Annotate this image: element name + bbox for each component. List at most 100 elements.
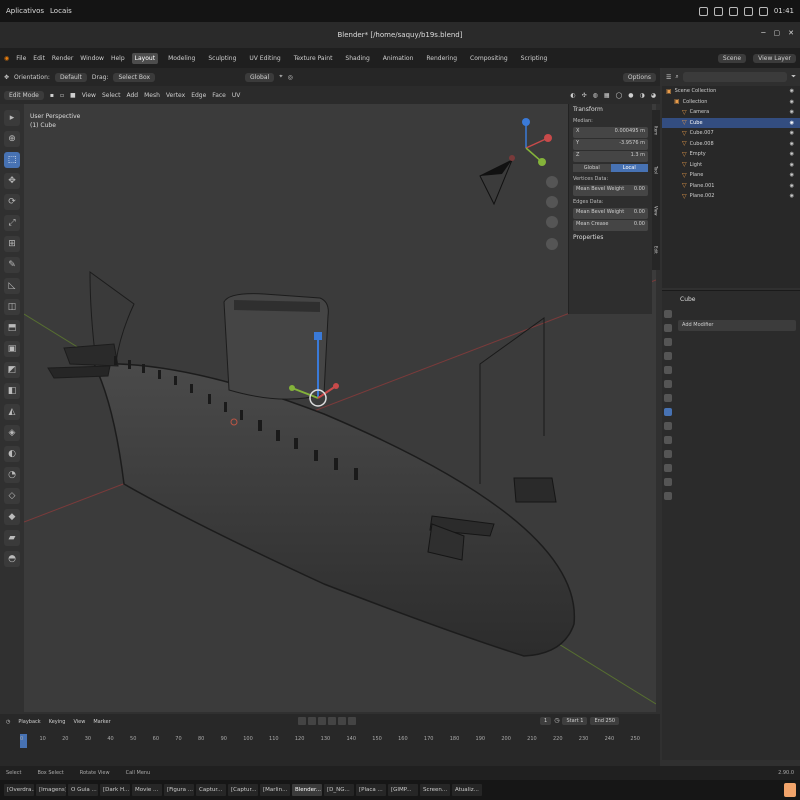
data-props-icon[interactable] bbox=[664, 464, 672, 472]
menu-add[interactable]: Add bbox=[126, 92, 138, 99]
inset-tool-icon[interactable]: ▣ bbox=[4, 341, 20, 357]
outliner-row[interactable]: ▣ Scene Collection ◉ bbox=[662, 86, 800, 97]
knife-tool-icon[interactable]: ◭ bbox=[4, 404, 20, 420]
outliner-row[interactable]: ▽ Cube ◉ bbox=[662, 117, 800, 128]
outliner-row[interactable]: ▽ Cube.008 ◉ bbox=[662, 139, 800, 150]
shear-tool-icon[interactable]: ▰ bbox=[4, 530, 20, 546]
cursor3d-tool-icon[interactable]: ⊕ bbox=[4, 131, 20, 147]
global-button[interactable]: Global bbox=[573, 164, 611, 172]
loop-cut-tool-icon[interactable]: ◧ bbox=[4, 383, 20, 399]
menu-edge[interactable]: Edge bbox=[191, 92, 206, 99]
visibility-eye-icon[interactable]: ◉ bbox=[790, 130, 794, 136]
start-frame-field[interactable]: Start 1 bbox=[562, 717, 588, 725]
outliner-row[interactable]: ▽ Plane.002 ◉ bbox=[662, 191, 800, 202]
close-icon[interactable]: ✕ bbox=[788, 29, 794, 37]
extrude-tool-icon[interactable]: ⬒ bbox=[4, 320, 20, 336]
outliner-row[interactable]: ▽ Plane.001 ◉ bbox=[662, 181, 800, 192]
object-props-icon[interactable] bbox=[664, 394, 672, 402]
menu-vertex[interactable]: Vertex bbox=[166, 92, 185, 99]
taskbar-item[interactable]: [Placa ... bbox=[356, 784, 386, 796]
gizmo-icon[interactable]: ✣ bbox=[582, 92, 587, 99]
cursor-tool-icon[interactable]: ▸ bbox=[4, 110, 20, 126]
tab-sculpting[interactable]: Sculpting bbox=[205, 53, 239, 64]
taskbar-item[interactable]: [Imagens] bbox=[36, 784, 66, 796]
taskbar-item[interactable]: [GIMP... bbox=[388, 784, 418, 796]
menu-face[interactable]: Face bbox=[212, 92, 226, 99]
visibility-eye-icon[interactable]: ◉ bbox=[790, 88, 794, 94]
taskbar-item[interactable]: Captur... bbox=[196, 784, 226, 796]
tray-icon-1[interactable] bbox=[698, 6, 708, 16]
tab-scripting[interactable]: Scripting bbox=[518, 53, 551, 64]
prev-key-icon[interactable] bbox=[308, 717, 316, 725]
visibility-eye-icon[interactable]: ◉ bbox=[790, 172, 794, 178]
edge-select-icon[interactable]: ▫ bbox=[60, 92, 64, 99]
texture-props-icon[interactable] bbox=[664, 492, 672, 500]
smooth-tool-icon[interactable]: ◔ bbox=[4, 467, 20, 483]
annotate-tool-icon[interactable]: ✎ bbox=[4, 257, 20, 273]
shrink-tool-icon[interactable]: ◆ bbox=[4, 509, 20, 525]
shading-material-icon[interactable]: ◑ bbox=[640, 92, 645, 99]
render-props-icon[interactable] bbox=[664, 324, 672, 332]
median-z-field[interactable]: Z 1.3 m bbox=[573, 151, 648, 162]
rotate-tool-icon[interactable]: ⟳ bbox=[4, 194, 20, 210]
transform-tool-icon[interactable]: ⊞ bbox=[4, 236, 20, 252]
tab-compositing[interactable]: Compositing bbox=[467, 53, 511, 64]
network-icon[interactable] bbox=[728, 6, 738, 16]
tab-animation[interactable]: Animation bbox=[380, 53, 417, 64]
play-icon[interactable] bbox=[328, 717, 336, 725]
edge-slide-tool-icon[interactable]: ◇ bbox=[4, 488, 20, 504]
menu-help[interactable]: Help bbox=[111, 55, 125, 62]
poly-build-tool-icon[interactable]: ◈ bbox=[4, 425, 20, 441]
menu-keying[interactable]: Keying bbox=[49, 719, 66, 725]
sidebar-tab-view[interactable]: View bbox=[654, 206, 659, 216]
menu-tl-view[interactable]: View bbox=[73, 719, 85, 725]
scale-tool-icon[interactable]: ⤢ bbox=[4, 215, 20, 231]
mode-dropdown[interactable]: Edit Mode bbox=[4, 90, 44, 100]
physics-props-icon[interactable] bbox=[664, 436, 672, 444]
shading-solid-icon[interactable]: ● bbox=[628, 92, 633, 99]
taskbar-item[interactable]: [D_NG... bbox=[324, 784, 354, 796]
options-dropdown[interactable]: Options bbox=[622, 72, 656, 82]
shading-rendered-icon[interactable]: ◕ bbox=[651, 92, 656, 99]
taskbar-item[interactable]: [Overdra... bbox=[4, 784, 34, 796]
snap-icon[interactable]: ⌖ bbox=[279, 73, 282, 81]
apps-menu[interactable]: Aplicativos bbox=[6, 7, 44, 15]
battery-icon[interactable] bbox=[758, 6, 768, 16]
outliner-row[interactable]: ▽ Camera ◉ bbox=[662, 107, 800, 118]
filter-icon[interactable]: ⏷ bbox=[791, 73, 796, 81]
taskbar-item[interactable]: Movie ... bbox=[132, 784, 162, 796]
taskbar-item[interactable]: O Guia ... bbox=[68, 784, 98, 796]
median-x-field[interactable]: X 0.000495 m bbox=[573, 127, 648, 138]
output-props-icon[interactable] bbox=[664, 338, 672, 346]
outliner-row[interactable]: ▣ Collection ◉ bbox=[662, 97, 800, 108]
end-frame-field[interactable]: End 250 bbox=[590, 717, 620, 725]
xray-icon[interactable]: ▦ bbox=[604, 92, 610, 99]
mean-crease-field[interactable]: Mean Crease 0.00 bbox=[573, 220, 648, 231]
menu-edit[interactable]: Edit bbox=[33, 55, 45, 62]
taskbar-item[interactable]: [Captur... bbox=[228, 784, 258, 796]
taskbar-item[interactable]: [Figura ... bbox=[164, 784, 194, 796]
viewport-canvas[interactable] bbox=[24, 104, 656, 712]
rip-tool-icon[interactable]: ◓ bbox=[4, 551, 20, 567]
tab-layout[interactable]: Layout bbox=[131, 52, 159, 64]
material-props-icon[interactable] bbox=[664, 478, 672, 486]
minimize-icon[interactable]: ─ bbox=[761, 29, 765, 37]
vertex-select-icon[interactable]: ▪ bbox=[50, 92, 54, 99]
median-y-field[interactable]: Y -3.9576 m bbox=[573, 139, 648, 150]
taskbar-item[interactable]: Screen... bbox=[420, 784, 450, 796]
outliner-search-input[interactable] bbox=[682, 72, 788, 82]
visibility-icon[interactable]: ◐ bbox=[570, 92, 575, 99]
tab-modeling[interactable]: Modeling bbox=[165, 53, 198, 64]
bevel-tool-icon[interactable]: ◩ bbox=[4, 362, 20, 378]
clock[interactable]: 01:41 bbox=[774, 7, 794, 15]
jump-end-icon[interactable] bbox=[348, 717, 356, 725]
visibility-eye-icon[interactable]: ◉ bbox=[790, 120, 794, 126]
visibility-eye-icon[interactable]: ◉ bbox=[790, 109, 794, 115]
particles-props-icon[interactable] bbox=[664, 422, 672, 430]
add-modifier-dropdown[interactable]: Add Modifier bbox=[678, 320, 796, 331]
move-tool-icon[interactable]: ✥ bbox=[4, 173, 20, 189]
3d-viewport[interactable] bbox=[24, 104, 656, 712]
measure-tool-icon[interactable]: ◺ bbox=[4, 278, 20, 294]
menu-view[interactable]: View bbox=[82, 92, 96, 99]
shading-wire-icon[interactable]: ◯ bbox=[616, 92, 623, 99]
